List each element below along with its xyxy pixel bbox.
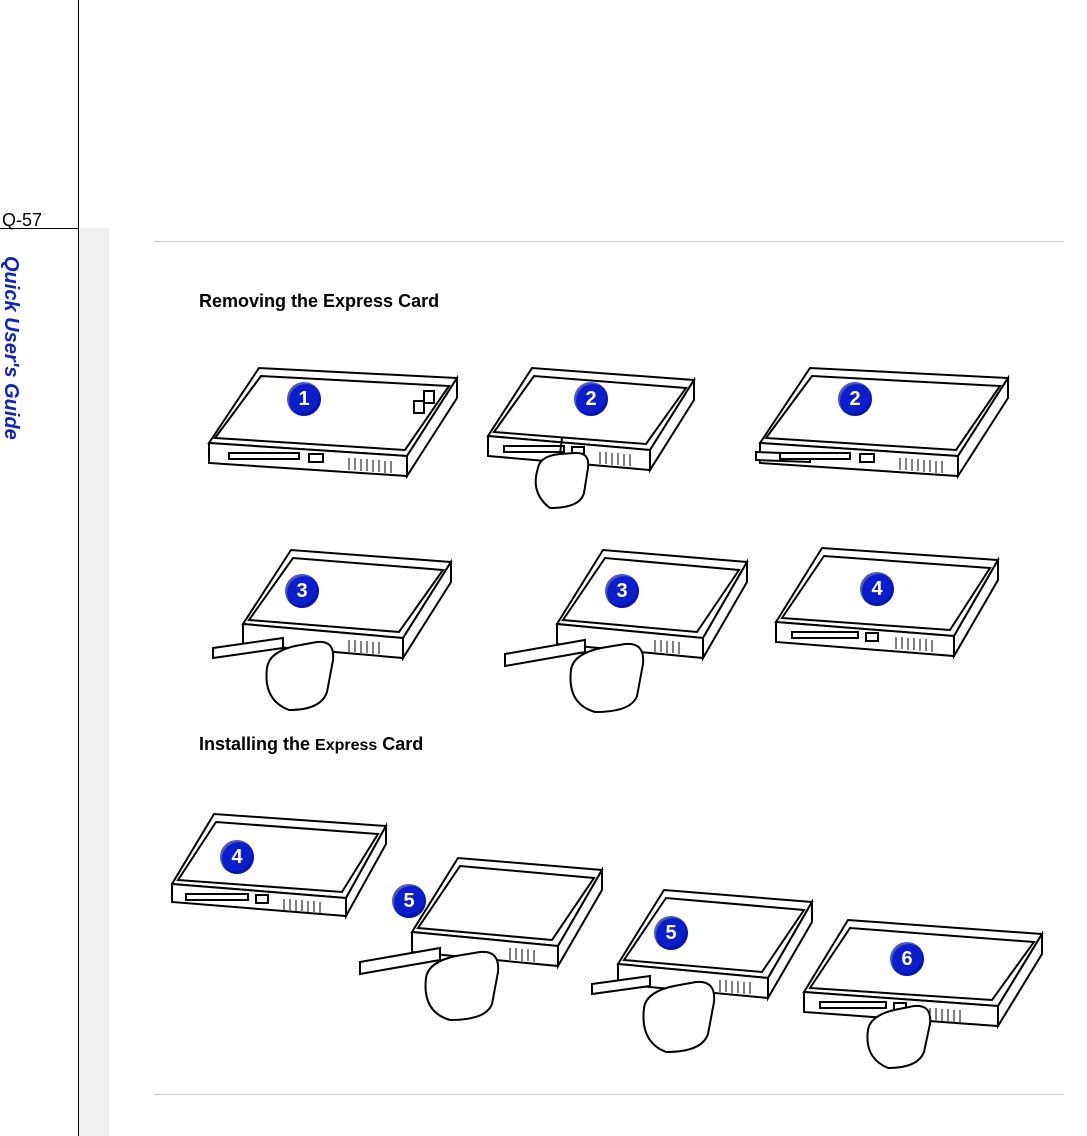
step-badge-1: 1	[287, 382, 321, 416]
figure-remove-step-2b: 2	[750, 358, 1018, 485]
step-badge-5: 5	[392, 884, 426, 918]
content-rule-top	[154, 241, 1064, 242]
heading-removing: Removing the Express Card	[199, 291, 439, 312]
laptop-illustration	[480, 358, 702, 510]
manual-page: Q-57 Quick User's Guide Removing the Exp…	[0, 0, 1087, 1136]
step-badge-6: 6	[890, 942, 924, 976]
laptop-illustration	[350, 848, 610, 1023]
step-badge-3: 3	[605, 574, 639, 608]
figure-remove-step-4: 4	[768, 540, 1006, 667]
figure-remove-step-2a: 2	[480, 358, 702, 510]
heading-installing: Installing the Express Card	[199, 734, 423, 755]
step-badge-2: 2	[574, 382, 608, 416]
figure-remove-step-1: 1	[199, 358, 467, 485]
laptop-illustration	[495, 540, 755, 715]
figure-remove-step-3b: 3	[495, 540, 755, 715]
laptop-illustration	[768, 540, 1006, 667]
step-badge-3: 3	[285, 574, 319, 608]
laptop-illustration	[199, 358, 467, 485]
content-rule-bottom	[154, 1094, 1064, 1095]
laptop-illustration	[199, 540, 459, 712]
step-badge-4: 4	[220, 840, 254, 874]
gutter-shade	[79, 228, 109, 1136]
step-badge-4: 4	[860, 572, 894, 606]
laptop-illustration	[790, 910, 1050, 1070]
figure-install-step-5a: 5	[350, 848, 610, 1023]
step-badge-2: 2	[838, 382, 872, 416]
figure-install-step-6: 6	[790, 910, 1050, 1070]
heading-installing-mid: Express	[315, 737, 377, 754]
figure-remove-step-3a: 3	[199, 540, 459, 712]
step-badge-5: 5	[654, 916, 688, 950]
laptop-illustration	[580, 880, 820, 1055]
laptop-illustration	[750, 358, 1018, 485]
heading-installing-prefix: Installing the	[199, 734, 315, 754]
margin-rule-horizontal	[0, 228, 78, 229]
sidebar-title: Quick User's Guide	[0, 256, 22, 440]
heading-installing-suffix: Card	[377, 734, 423, 754]
figure-install-step-5b: 5	[580, 880, 820, 1055]
